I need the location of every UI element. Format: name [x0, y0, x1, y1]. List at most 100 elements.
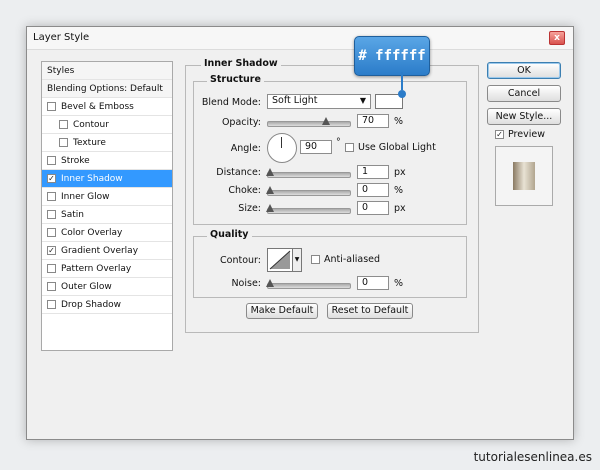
watermark: tutorialesenlinea.es — [473, 450, 592, 464]
style-item-label: Contour — [73, 120, 109, 130]
opacity-slider-thumb[interactable] — [322, 117, 330, 125]
anti-aliased-checkbox[interactable] — [311, 255, 320, 264]
distance-slider-thumb[interactable] — [266, 168, 274, 176]
preview-swatch — [513, 162, 535, 190]
opacity-input[interactable]: 70 — [357, 114, 389, 128]
size-unit: px — [394, 203, 406, 214]
angle-input[interactable]: 90 — [300, 140, 332, 154]
noise-input[interactable]: 0 — [357, 276, 389, 290]
style-item-color-overlay[interactable]: Color Overlay — [42, 224, 172, 242]
stroke-checkbox[interactable] — [47, 156, 56, 165]
make-default-button[interactable]: Make Default — [246, 303, 318, 319]
opacity-unit: % — [394, 116, 404, 127]
layer-style-dialog: Layer Style x Styles Blending Options: D… — [26, 26, 574, 440]
style-item-label: Gradient Overlay — [61, 246, 139, 256]
preview-label: Preview — [508, 129, 545, 140]
angle-label: Angle: — [230, 143, 261, 154]
size-slider-thumb[interactable] — [266, 204, 274, 212]
close-icon[interactable]: x — [549, 31, 565, 45]
texture-checkbox[interactable] — [59, 138, 68, 147]
style-item-stroke[interactable]: Stroke — [42, 152, 172, 170]
cancel-button[interactable]: Cancel — [487, 85, 561, 102]
size-slider[interactable] — [266, 204, 351, 214]
style-item-contour[interactable]: Contour — [42, 116, 172, 134]
color-callout: # ffffff — [354, 36, 430, 76]
angle-dial[interactable] — [267, 133, 297, 163]
color-overlay-checkbox[interactable] — [47, 228, 56, 237]
quality-title: Quality — [207, 229, 252, 240]
style-item-gradient-overlay[interactable]: ✓ Gradient Overlay — [42, 242, 172, 260]
style-item-satin[interactable]: Satin — [42, 206, 172, 224]
style-item-inner-shadow[interactable]: ✓ Inner Shadow — [42, 170, 172, 188]
style-item-pattern-overlay[interactable]: Pattern Overlay — [42, 260, 172, 278]
distance-unit: px — [394, 167, 406, 178]
structure-title: Structure — [207, 74, 264, 85]
style-item-label: Stroke — [61, 156, 90, 166]
choke-slider-thumb[interactable] — [266, 186, 274, 194]
outer-glow-checkbox[interactable] — [47, 282, 56, 291]
size-input[interactable]: 0 — [357, 201, 389, 215]
style-item-label: Inner Shadow — [61, 174, 123, 184]
pattern-overlay-checkbox[interactable] — [47, 264, 56, 273]
style-item-label: Color Overlay — [61, 228, 123, 238]
choke-label: Choke: — [228, 185, 261, 196]
noise-unit: % — [394, 278, 404, 289]
use-global-light-checkbox[interactable] — [345, 143, 354, 152]
contour-checkbox[interactable] — [59, 120, 68, 129]
reset-to-default-button[interactable]: Reset to Default — [327, 303, 413, 319]
blend-mode-label: Blend Mode: — [201, 97, 261, 108]
choke-slider[interactable] — [266, 186, 351, 196]
noise-label: Noise: — [231, 278, 261, 289]
blend-mode-select[interactable]: Soft Light ▼ — [267, 94, 371, 109]
style-item-label: Texture — [73, 138, 106, 148]
style-item-label: Drop Shadow — [61, 300, 122, 310]
style-item-label: Outer Glow — [61, 282, 112, 292]
use-global-light-label: Use Global Light — [358, 142, 436, 153]
noise-slider-thumb[interactable] — [266, 279, 274, 287]
choke-input[interactable]: 0 — [357, 183, 389, 197]
inner-shadow-title: Inner Shadow — [201, 58, 281, 69]
size-label: Size: — [238, 203, 261, 214]
style-item-inner-glow[interactable]: Inner Glow — [42, 188, 172, 206]
satin-checkbox[interactable] — [47, 210, 56, 219]
contour-linear-icon — [269, 250, 291, 270]
contour-dropdown-arrow-icon[interactable]: ▼ — [292, 248, 302, 272]
opacity-slider[interactable] — [267, 117, 351, 127]
angle-dial-needle — [281, 137, 282, 148]
opacity-label: Opacity: — [221, 117, 261, 128]
bevel-emboss-checkbox[interactable] — [47, 102, 56, 111]
anti-aliased-label: Anti-aliased — [324, 254, 381, 265]
degree-symbol: ° — [336, 137, 341, 148]
gradient-overlay-checkbox[interactable]: ✓ — [47, 246, 56, 255]
style-item-label: Satin — [61, 210, 84, 220]
title-bar[interactable]: Layer Style x — [27, 27, 573, 50]
styles-header-label: Styles — [47, 66, 75, 76]
new-style-button[interactable]: New Style... — [487, 108, 561, 125]
inner-shadow-checkbox[interactable]: ✓ — [47, 174, 56, 183]
distance-input[interactable]: 1 — [357, 165, 389, 179]
contour-picker[interactable] — [267, 248, 293, 272]
styles-list: Styles Blending Options: Default Bevel &… — [41, 61, 173, 351]
styles-header[interactable]: Styles — [42, 62, 172, 80]
blend-mode-value: Soft Light — [272, 95, 318, 106]
choke-unit: % — [394, 185, 404, 196]
ok-button[interactable]: OK — [487, 62, 561, 79]
style-item-label: Inner Glow — [61, 192, 110, 202]
contour-label: Contour: — [220, 255, 261, 266]
style-item-outer-glow[interactable]: Outer Glow — [42, 278, 172, 296]
style-item-label: Bevel & Emboss — [61, 102, 134, 112]
style-item-texture[interactable]: Texture — [42, 134, 172, 152]
style-item-bevel-emboss[interactable]: Bevel & Emboss — [42, 98, 172, 116]
style-item-drop-shadow[interactable]: Drop Shadow — [42, 296, 172, 314]
distance-slider[interactable] — [266, 168, 351, 178]
drop-shadow-checkbox[interactable] — [47, 300, 56, 309]
callout-pointer — [398, 72, 406, 98]
chevron-down-icon: ▼ — [359, 96, 366, 105]
blending-options-label: Blending Options: Default — [47, 84, 163, 94]
inner-glow-checkbox[interactable] — [47, 192, 56, 201]
distance-label: Distance: — [216, 167, 261, 178]
blending-options-item[interactable]: Blending Options: Default — [42, 80, 172, 98]
preview-checkbox[interactable]: ✓ — [495, 130, 504, 139]
noise-slider[interactable] — [266, 279, 351, 289]
preview-thumbnail — [495, 146, 553, 206]
